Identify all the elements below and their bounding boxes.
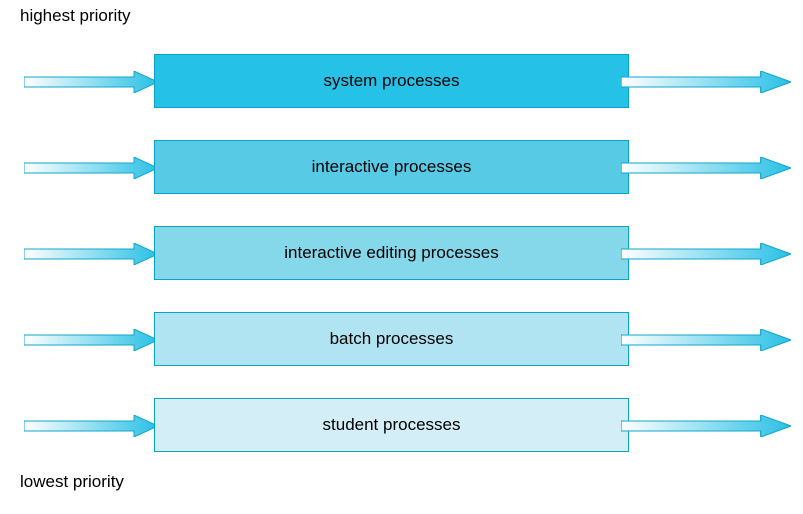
process-box-batch: batch processes bbox=[154, 312, 629, 366]
arrow-out-icon bbox=[621, 157, 791, 179]
arrow-out-icon bbox=[621, 71, 791, 93]
arrow-in-icon bbox=[24, 71, 158, 93]
priority-row: student processes bbox=[0, 398, 803, 454]
process-box-label: student processes bbox=[323, 415, 461, 435]
process-box-label: interactive processes bbox=[312, 157, 472, 177]
process-box-label: interactive editing processes bbox=[284, 243, 499, 263]
priority-row: interactive editing processes bbox=[0, 226, 803, 282]
highest-priority-label: highest priority bbox=[20, 6, 131, 26]
arrow-in-icon bbox=[24, 157, 158, 179]
arrow-out-icon bbox=[621, 243, 791, 265]
process-box-label: batch processes bbox=[330, 329, 454, 349]
process-box-label: system processes bbox=[323, 71, 459, 91]
process-box-student: student processes bbox=[154, 398, 629, 452]
process-box-system: system processes bbox=[154, 54, 629, 108]
priority-row: interactive processes bbox=[0, 140, 803, 196]
arrow-out-icon bbox=[621, 329, 791, 351]
priority-row: system processes bbox=[0, 54, 803, 110]
arrow-in-icon bbox=[24, 329, 158, 351]
priority-row: batch processes bbox=[0, 312, 803, 368]
arrow-in-icon bbox=[24, 415, 158, 437]
priority-queue-rows: system processes interactive processes i… bbox=[0, 54, 803, 484]
process-box-interactive: interactive processes bbox=[154, 140, 629, 194]
arrow-out-icon bbox=[621, 415, 791, 437]
arrow-in-icon bbox=[24, 243, 158, 265]
process-box-interactive-editing: interactive editing processes bbox=[154, 226, 629, 280]
